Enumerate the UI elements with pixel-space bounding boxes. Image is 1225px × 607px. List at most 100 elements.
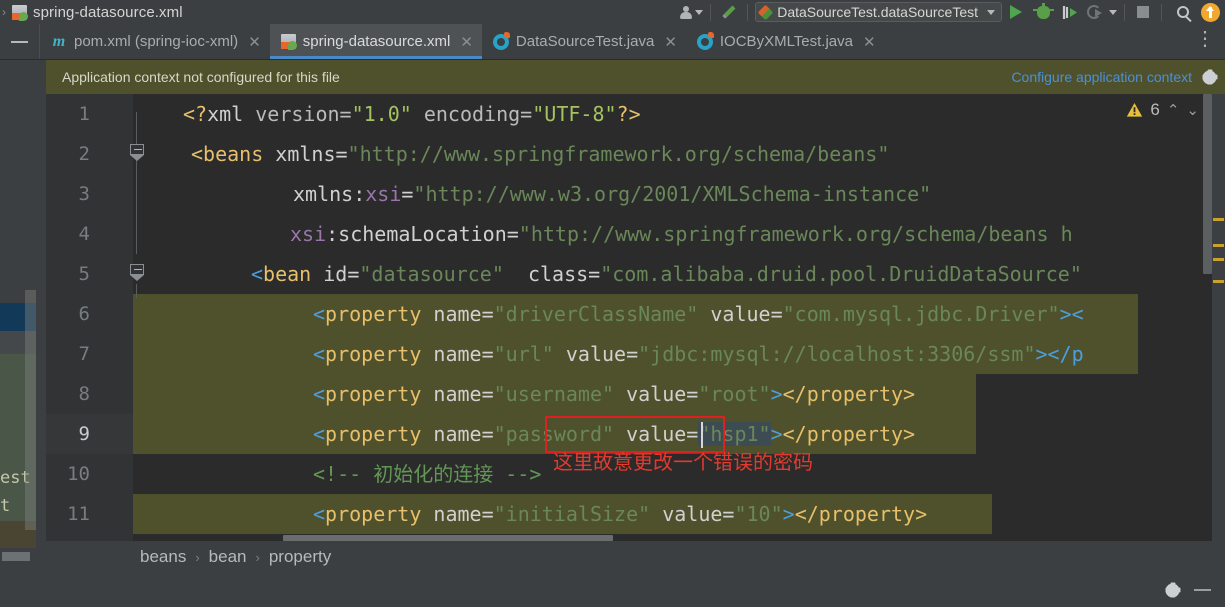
line-number: 10 xyxy=(67,463,90,485)
minimize-tabs-button[interactable] xyxy=(0,24,40,59)
close-icon[interactable]: ✕ xyxy=(664,33,677,51)
toolbar-breadcrumb-caret: › xyxy=(2,5,6,19)
debug-button[interactable] xyxy=(1030,1,1056,23)
code-line-2: <beans xmlns="http://www.springframework… xyxy=(191,142,890,166)
profiler-icon xyxy=(1087,5,1102,19)
warning-triangle-icon xyxy=(1127,103,1143,117)
gear-icon[interactable] xyxy=(1165,582,1180,598)
inspection-marker[interactable] xyxy=(1213,218,1224,221)
code-line-10: <!-- 初始化的连接 --> xyxy=(313,462,542,486)
code-line-3: xmlns:xsi="http://www.w3.org/2001/XMLSch… xyxy=(293,182,932,206)
inspection-widget[interactable]: 6 ⌃ ⌄ xyxy=(1126,100,1199,120)
chevron-down-icon xyxy=(987,9,995,15)
background-panel-scrollbar[interactable] xyxy=(25,290,36,530)
close-icon[interactable]: ✕ xyxy=(460,33,473,51)
application-context-notification: Application context not configured for t… xyxy=(46,60,1225,94)
gear-icon[interactable] xyxy=(1202,69,1217,85)
xml-file-icon xyxy=(12,4,28,21)
run-configuration-selector[interactable]: DataSourceTest.dataSourceTest xyxy=(755,2,1002,22)
chevron-down-icon[interactable]: ⌄ xyxy=(1186,101,1199,119)
code-content[interactable]: <?xml version="1.0" encoding="UTF-8"?> <… xyxy=(133,94,1225,541)
idea-window: est t › spring-datasource.xml DataSource… xyxy=(0,0,1225,607)
breadcrumb-item-bean[interactable]: bean xyxy=(209,547,247,567)
toolbar-divider-3 xyxy=(1124,3,1125,21)
line-number: 3 xyxy=(78,183,90,205)
breadcrumb-separator: › xyxy=(195,549,200,565)
main-toolbar: › spring-datasource.xml DataSourceTest.d… xyxy=(0,0,1225,24)
line-number: 1 xyxy=(78,103,90,125)
user-avatar-icon[interactable] xyxy=(679,1,704,23)
line-number: 4 xyxy=(78,223,90,245)
chevron-down-icon[interactable] xyxy=(1109,9,1117,15)
tab-label: spring-datasource.xml xyxy=(302,33,451,50)
line-number: 8 xyxy=(78,383,90,405)
text-caret xyxy=(701,422,703,448)
update-project-button[interactable] xyxy=(1197,1,1223,23)
line-number-current: 9 xyxy=(78,423,90,445)
run-play-icon xyxy=(1010,5,1022,19)
toolbar-breadcrumb: › spring-datasource.xml xyxy=(0,4,183,21)
tab-iocbyxmltest-java[interactable]: IOCByXMLTest.java ✕ xyxy=(686,24,885,59)
editor-tab-bar: m pom.xml (spring-ioc-xml) ✕ spring-data… xyxy=(0,24,1225,60)
code-line-5: <bean id="datasource" class="com.alibaba… xyxy=(251,262,1082,286)
wrench-icon[interactable] xyxy=(718,1,740,23)
status-bar xyxy=(0,573,1225,607)
code-line-4: xsi:schemaLocation="http://www.springfra… xyxy=(290,222,1073,246)
run-button[interactable] xyxy=(1002,1,1030,23)
tab-label: IOCByXMLTest.java xyxy=(719,33,853,50)
breadcrumb-item-property[interactable]: property xyxy=(269,547,331,567)
tab-datasourcetest-java[interactable]: DataSourceTest.java ✕ xyxy=(482,24,686,59)
inspection-marker[interactable] xyxy=(1213,258,1224,261)
tab-label: pom.xml (spring-ioc-xml) xyxy=(74,33,239,50)
run-with-coverage-button[interactable] xyxy=(1056,1,1082,23)
run-config-icon xyxy=(757,4,774,20)
search-everywhere-icon xyxy=(1177,6,1189,18)
line-number: 11 xyxy=(67,503,90,525)
close-icon[interactable]: ✕ xyxy=(863,33,876,51)
toolbar-actions: DataSourceTest.dataSourceTest xyxy=(679,0,1225,24)
chevron-down-icon xyxy=(695,9,704,15)
run-configuration-label: DataSourceTest.dataSourceTest xyxy=(777,4,978,20)
editor-vertical-scrollbar[interactable] xyxy=(1203,94,1212,274)
tab-label: DataSourceTest.java xyxy=(515,33,655,50)
inspection-marker[interactable] xyxy=(1213,280,1224,283)
run-with-coverage-icon xyxy=(1062,5,1077,19)
minimize-icon xyxy=(11,40,28,43)
tab-options-menu[interactable]: ⋮ xyxy=(1195,29,1217,50)
editor-gutter[interactable]: 1 2 3 4 5 6 7 8 9 10 11 xyxy=(46,94,133,541)
inspection-marker[interactable] xyxy=(1213,244,1224,247)
code-line-1: <?xml version="1.0" encoding="UTF-8"?> xyxy=(183,102,641,126)
profiler-button[interactable] xyxy=(1082,1,1106,23)
configure-application-context-link[interactable]: Configure application context xyxy=(1011,69,1192,85)
breadcrumb: beans › bean › property xyxy=(46,541,1225,573)
java-class-icon xyxy=(696,31,714,50)
chevron-up-icon[interactable]: ⌃ xyxy=(1167,101,1180,119)
code-line-7: <property name="url" value="jdbc:mysql:/… xyxy=(313,342,1084,366)
stop-icon xyxy=(1137,6,1149,18)
toolbar-divider-2 xyxy=(747,3,749,21)
tab-spring-datasource-xml[interactable]: spring-datasource.xml ✕ xyxy=(269,24,483,59)
breadcrumb-item-beans[interactable]: beans xyxy=(140,547,186,567)
spring-xml-file-icon xyxy=(280,34,297,50)
line-number: 2 xyxy=(78,143,90,165)
java-class-icon xyxy=(492,31,510,50)
warning-count: 6 xyxy=(1150,100,1160,119)
search-everywhere-button[interactable] xyxy=(1169,1,1197,23)
tab-pom-xml[interactable]: m pom.xml (spring-ioc-xml) ✕ xyxy=(40,24,270,59)
notification-message: Application context not configured for t… xyxy=(62,69,340,85)
update-project-icon xyxy=(1200,2,1220,22)
code-editor[interactable]: 1 2 3 4 5 6 7 8 9 10 11 <?xml version="1… xyxy=(46,94,1225,541)
minimize-icon[interactable] xyxy=(1194,589,1211,591)
code-line-8: <property name="username" value="root"><… xyxy=(313,382,916,406)
background-panel-text-2: t xyxy=(0,496,11,516)
window-title: spring-datasource.xml xyxy=(33,3,183,21)
line-number: 6 xyxy=(78,303,90,325)
background-panel-chip xyxy=(2,552,30,561)
line-number: 5 xyxy=(78,263,90,285)
close-icon[interactable]: ✕ xyxy=(248,33,261,51)
debug-bug-icon xyxy=(1032,2,1054,19)
breadcrumb-separator: › xyxy=(255,549,260,565)
editor-marker-strip[interactable] xyxy=(1212,94,1225,541)
stop-button[interactable] xyxy=(1132,1,1154,23)
code-line-11: <property name="initialSize" value="10">… xyxy=(313,502,928,526)
